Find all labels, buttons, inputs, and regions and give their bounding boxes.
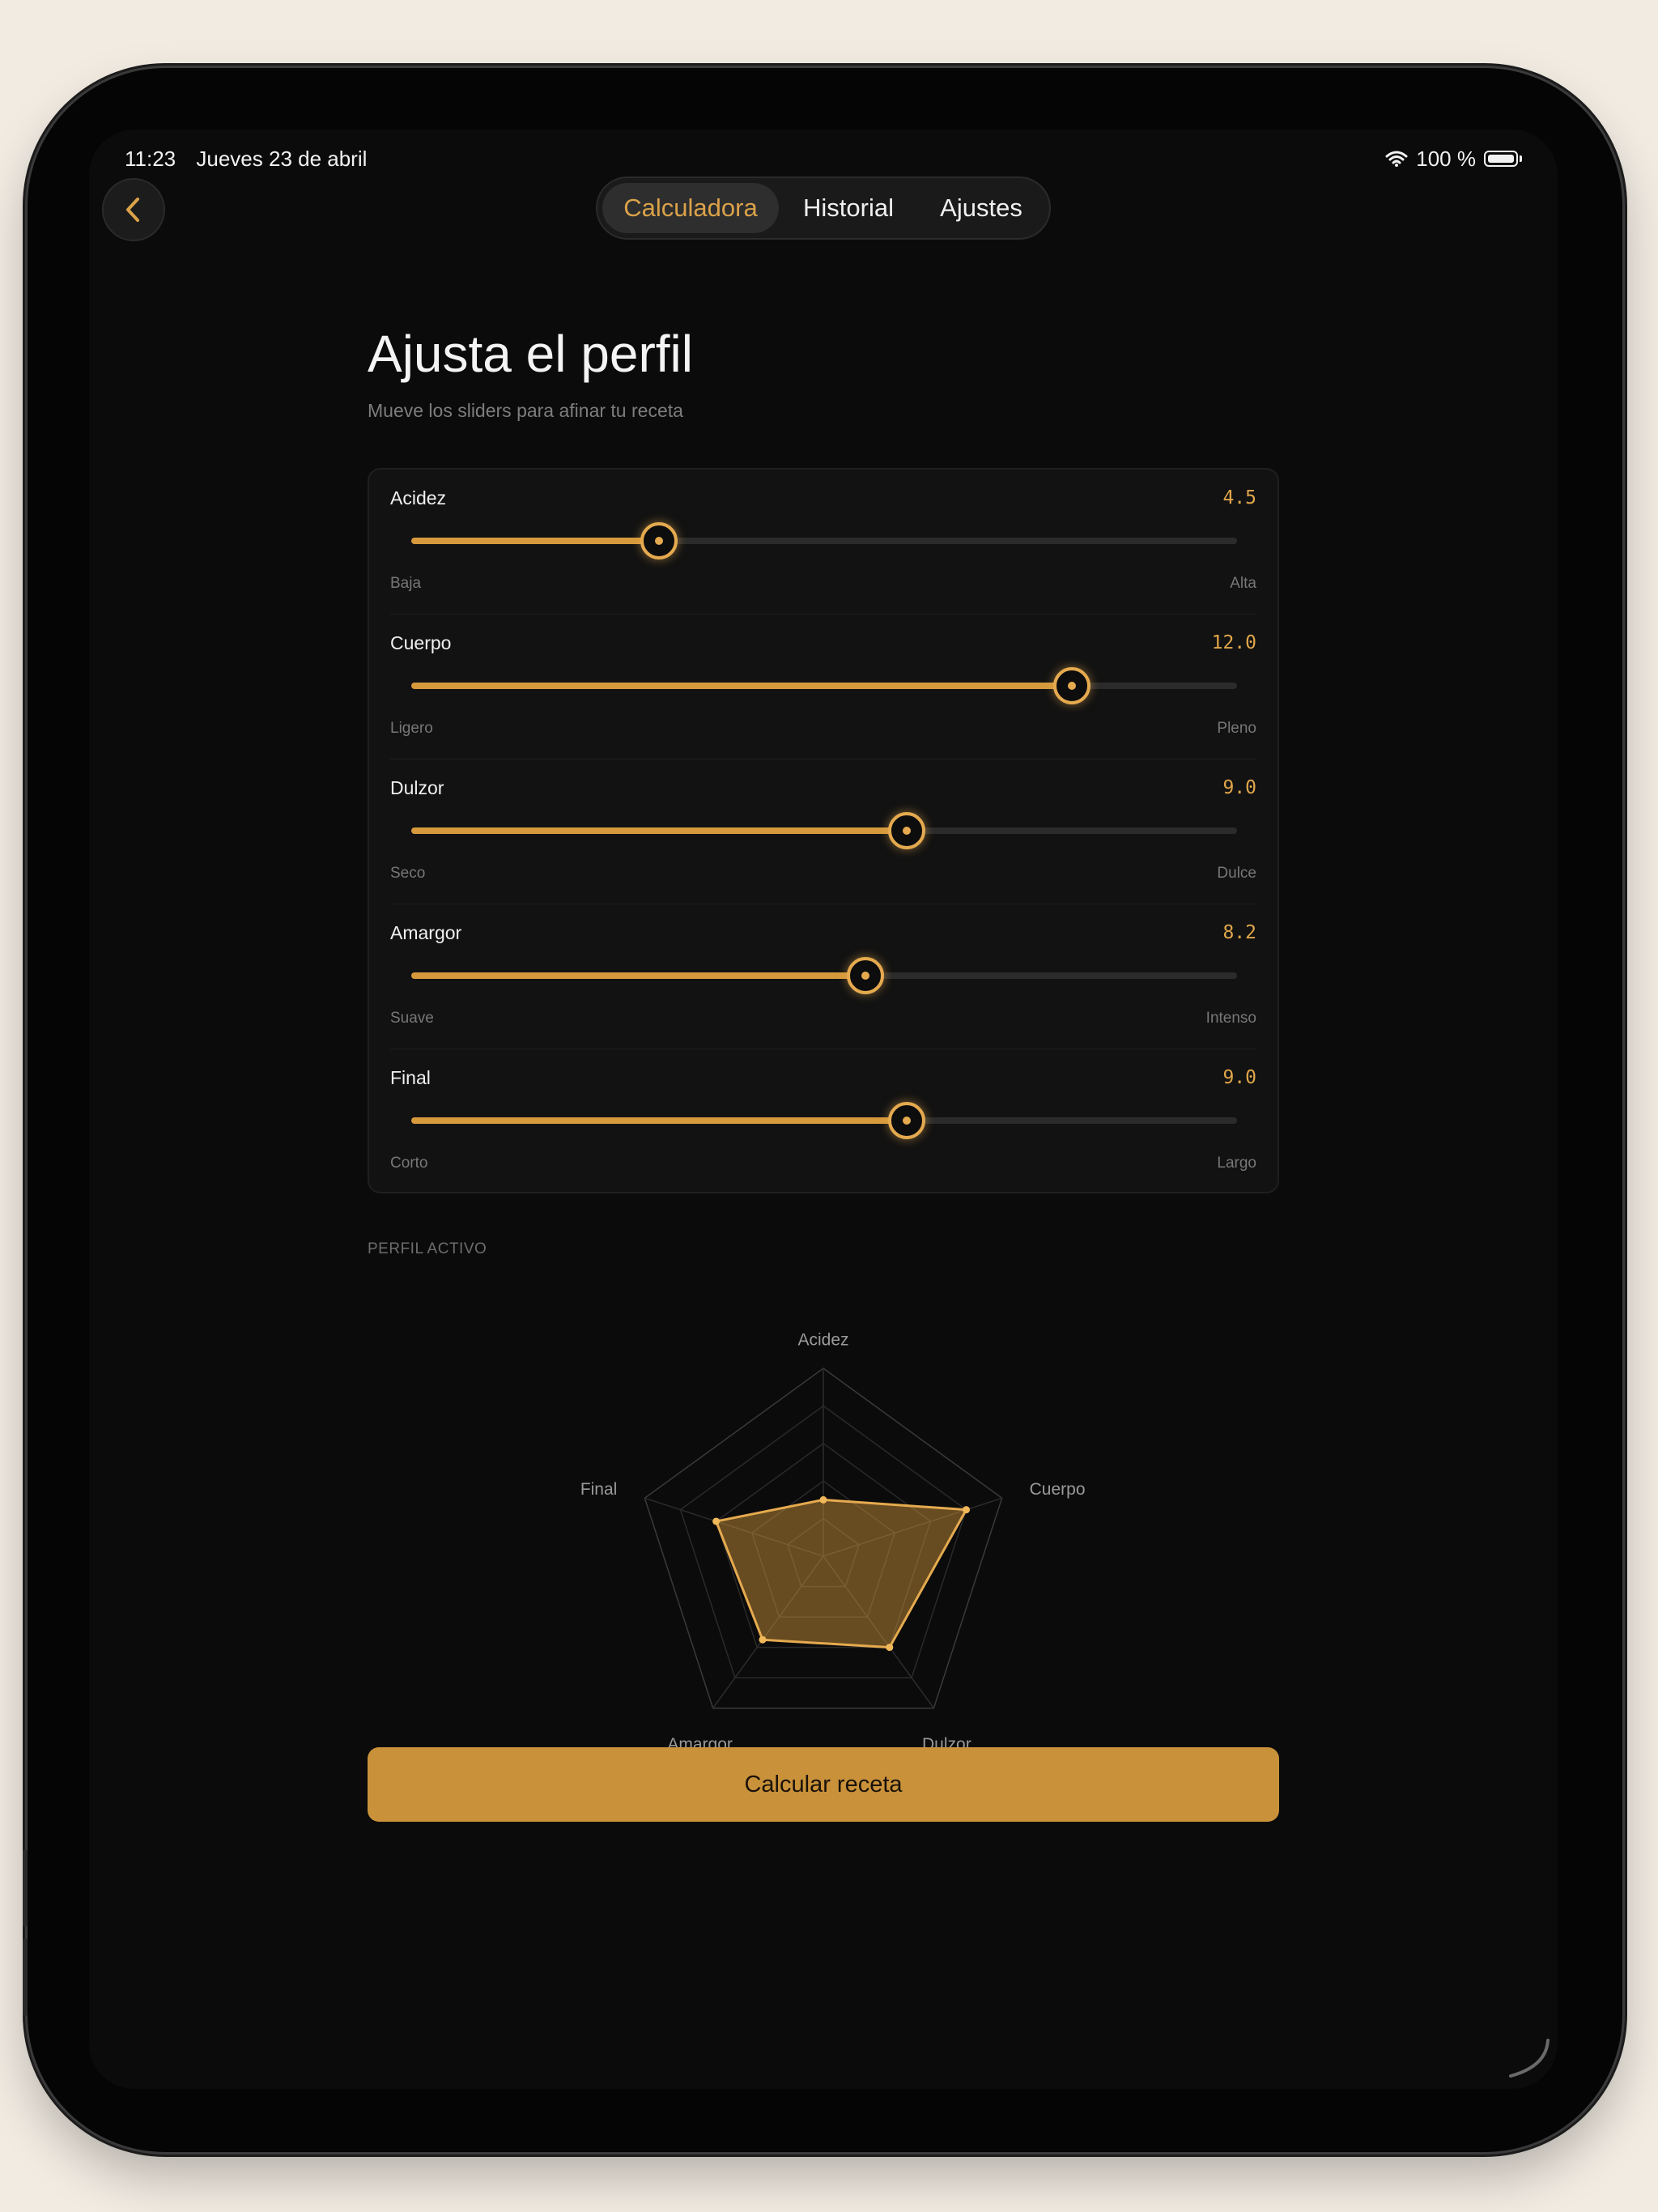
radar-axis-label: Final <box>580 1480 618 1499</box>
radar-point <box>819 1495 827 1504</box>
app-screen: 11:23 Jueves 23 de abril 100 % Calculado… <box>89 130 1558 2089</box>
radar-axis-label: Acidez <box>797 1331 848 1350</box>
radar-point <box>712 1517 721 1525</box>
volume-button <box>23 1849 28 1927</box>
radar-point <box>886 1644 894 1652</box>
home-indicator-icon <box>1509 2039 1550 2078</box>
calculate-button[interactable]: Calcular receta <box>368 1747 1279 1822</box>
volume-button <box>23 1938 28 2016</box>
radar-point <box>963 1506 971 1514</box>
radar-axis-label: Cuerpo <box>1030 1480 1086 1499</box>
radar-point <box>759 1636 767 1644</box>
